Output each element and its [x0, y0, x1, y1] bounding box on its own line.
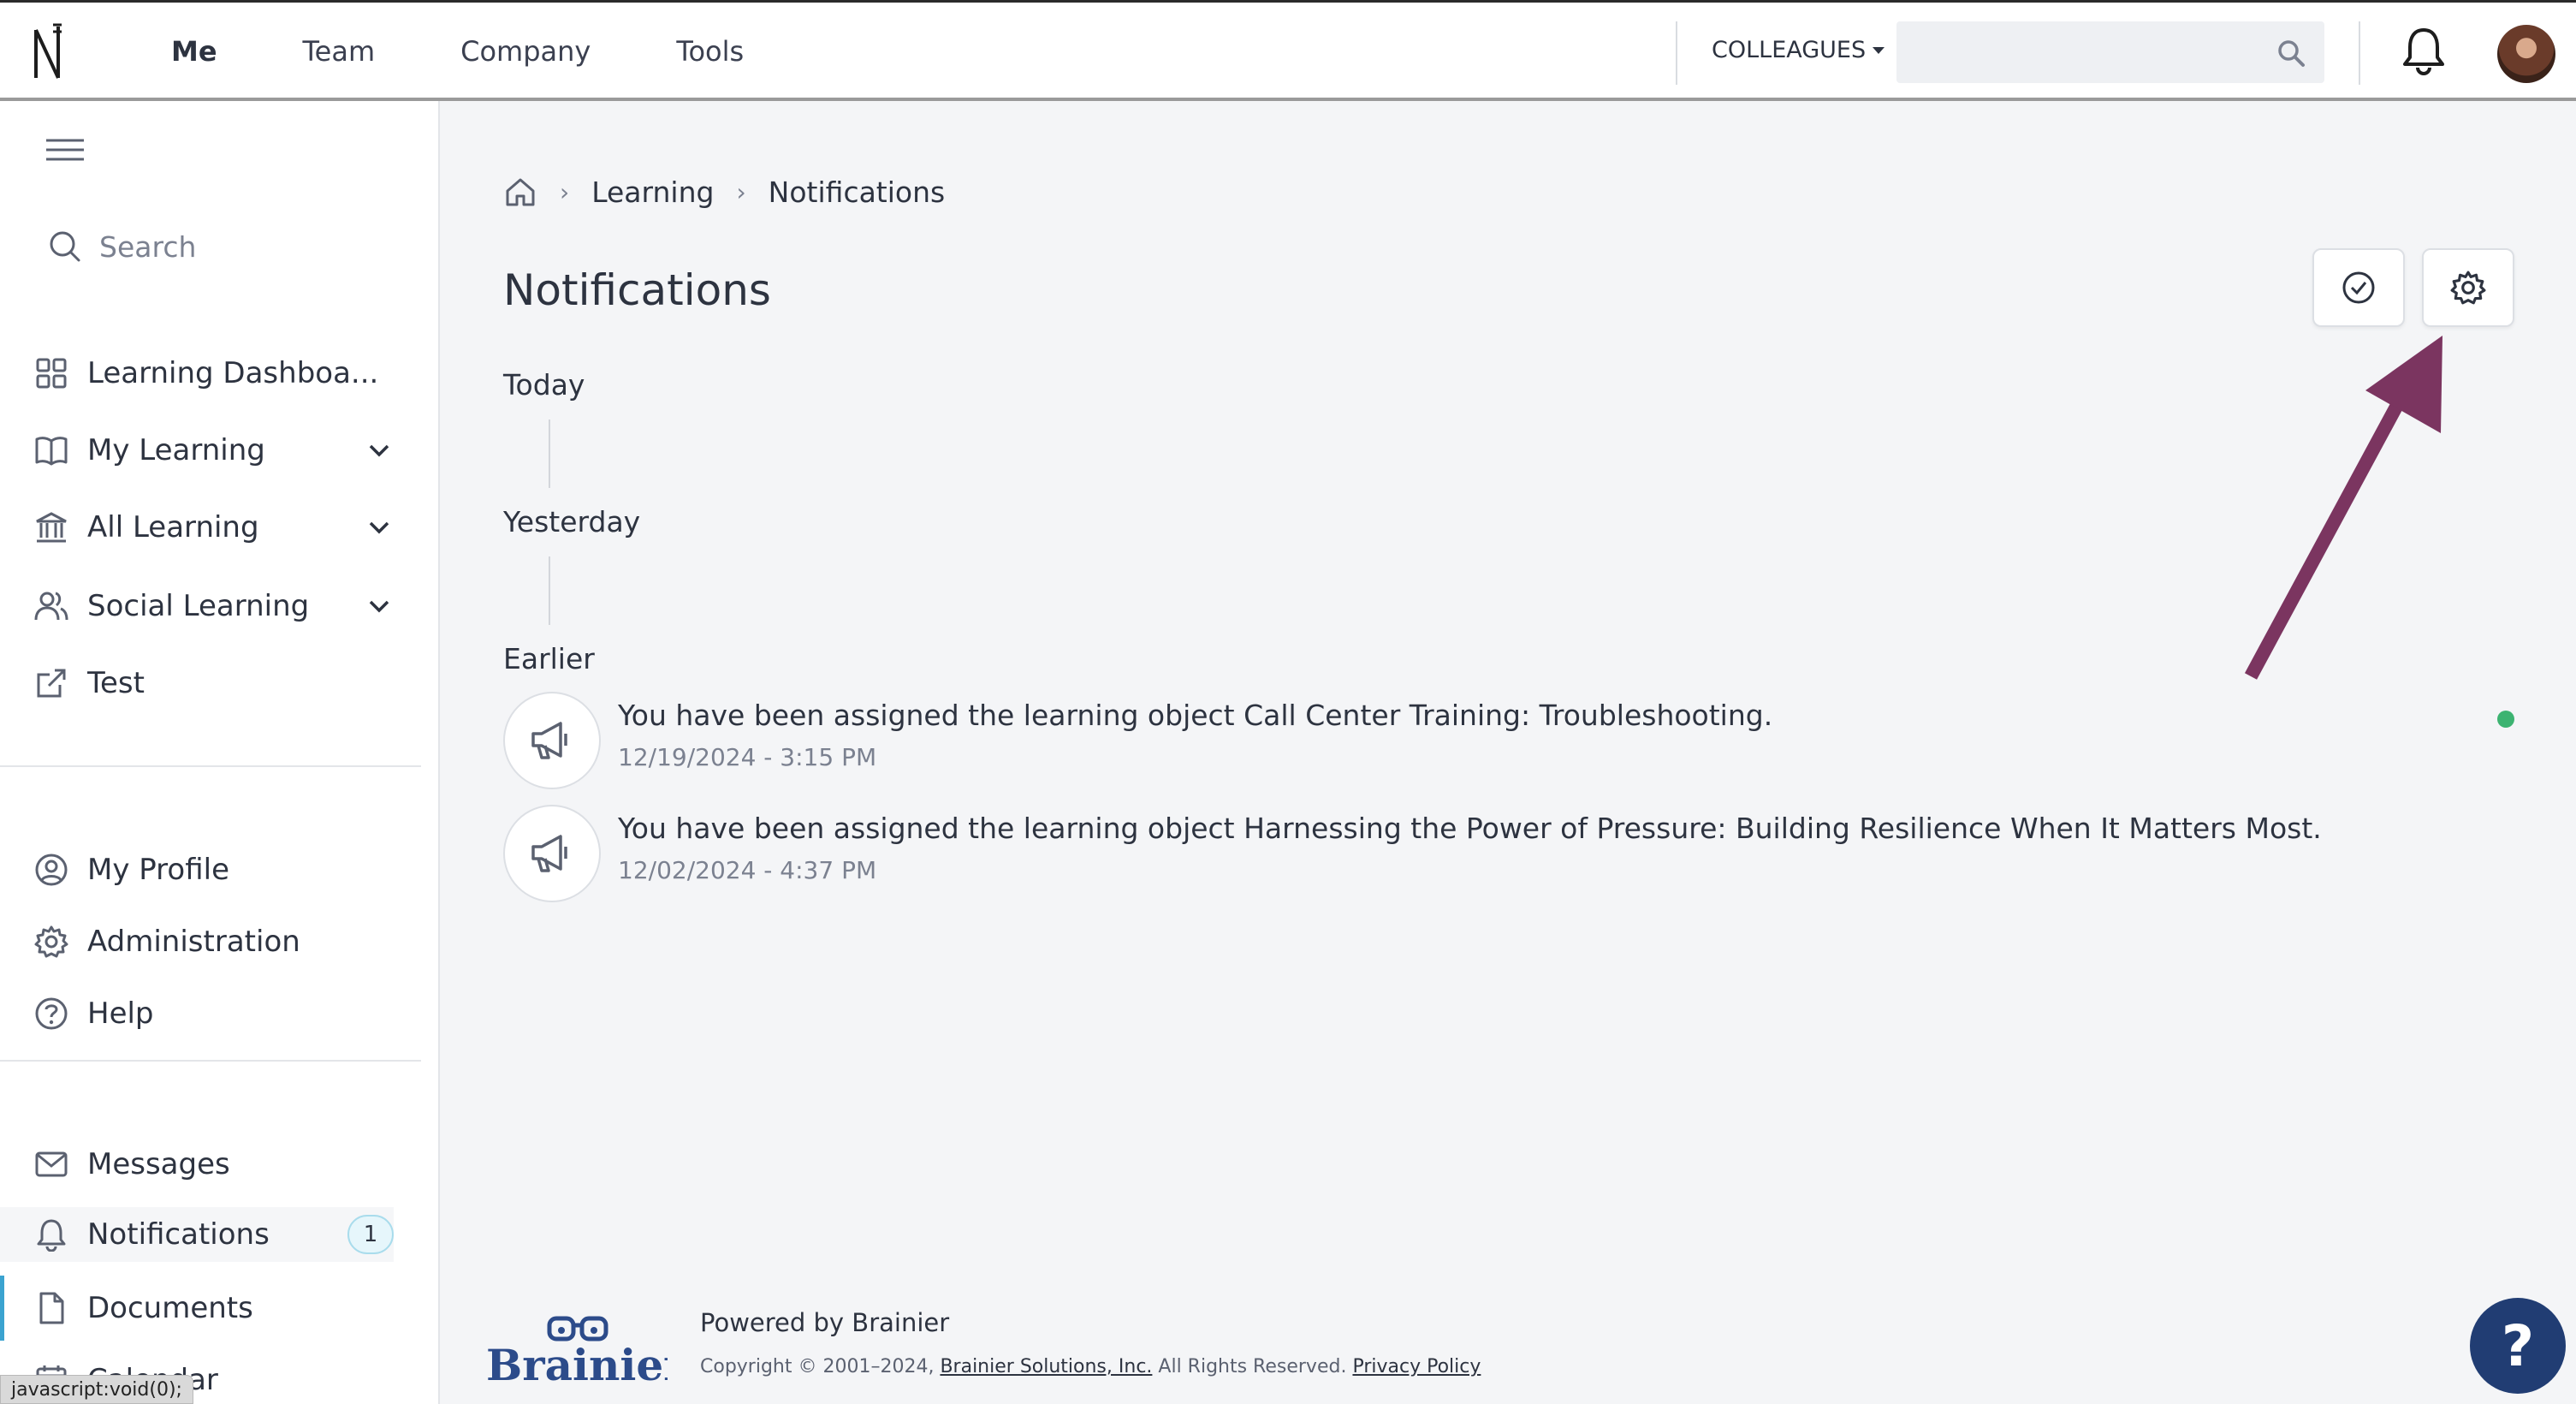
sidebar-item-label: Documents: [87, 1291, 253, 1325]
nav-team[interactable]: Team: [260, 35, 418, 68]
megaphone-icon: [503, 805, 601, 902]
institution-icon: [34, 510, 68, 544]
group-label-earlier: Earlier: [503, 642, 595, 675]
sidebar-divider: [0, 1060, 421, 1062]
divider: [1676, 21, 1677, 85]
chevron-down-icon[interactable]: [368, 443, 390, 457]
bell-icon[interactable]: [2401, 25, 2446, 76]
notification-settings-button[interactable]: [2422, 248, 2514, 327]
logo-wordmark: Brainier: [486, 1340, 668, 1387]
grid-icon: [34, 356, 68, 390]
chevron-down-icon[interactable]: [368, 521, 390, 534]
sidebar-item-label: My Profile: [87, 853, 229, 887]
sidebar-item-notifications[interactable]: Notifications 1: [0, 1207, 394, 1262]
sidebar-divider: [0, 765, 421, 767]
gear-icon: [34, 925, 68, 959]
sidebar-item-label: Test: [87, 666, 145, 700]
book-icon: [34, 433, 68, 467]
question-circle-icon: [34, 996, 68, 1031]
sidebar-item-label: Messages: [87, 1147, 230, 1181]
sidebar-item-label: Help: [87, 996, 154, 1031]
group-label-yesterday: Yesterday: [503, 505, 641, 538]
document-icon: [34, 1291, 68, 1325]
browser-status-bar: javascript:void(0);: [0, 1375, 193, 1404]
home-icon[interactable]: [503, 175, 537, 209]
sidebar-item-label: Learning Dashboa...: [87, 356, 379, 390]
chevron-down-icon[interactable]: [368, 599, 390, 613]
sidebar: Search Learning Dashboa... My Learning A…: [0, 101, 440, 1404]
top-bar: Me Team Company Tools COLLEAGUES: [0, 0, 2576, 101]
copyright: Copyright © 2001–2024, Brainier Solution…: [700, 1356, 1481, 1377]
sidebar-item-help[interactable]: Help: [34, 986, 394, 1041]
active-indicator: [0, 1276, 4, 1341]
search-icon[interactable]: [2276, 39, 2306, 68]
sidebar-item-my-learning[interactable]: My Learning: [34, 423, 394, 478]
envelope-icon: [34, 1147, 68, 1181]
search-icon: [48, 229, 82, 264]
sidebar-item-administration[interactable]: Administration: [34, 914, 394, 969]
sidebar-item-learning-dashboard[interactable]: Learning Dashboa...: [34, 346, 394, 401]
annotation-arrow: [2225, 325, 2465, 685]
notification-item[interactable]: You have been assigned the learning obje…: [503, 692, 2523, 791]
colleagues-dropdown[interactable]: COLLEAGUES: [1712, 37, 1885, 63]
user-circle-icon: [34, 853, 68, 887]
sidebar-item-social-learning[interactable]: Social Learning: [34, 579, 394, 634]
timeline-line: [549, 556, 550, 625]
sidebar-item-test[interactable]: Test: [34, 656, 394, 711]
hamburger-menu-icon[interactable]: [45, 137, 86, 163]
nav-tools[interactable]: Tools: [633, 35, 786, 68]
megaphone-icon: [503, 692, 601, 789]
notification-message: You have been assigned the learning obje…: [618, 812, 2322, 845]
sidebar-item-label: Administration: [87, 925, 300, 959]
sidebar-item-documents[interactable]: Documents: [34, 1281, 394, 1336]
sidebar-search-label: Search: [99, 229, 197, 264]
company-link[interactable]: Brainier Solutions, Inc.: [940, 1356, 1152, 1377]
sidebar-item-label: Social Learning: [87, 589, 310, 623]
notification-message: You have been assigned the learning obje…: [618, 699, 1773, 732]
unread-indicator: [2497, 711, 2514, 728]
gear-icon: [2450, 270, 2486, 306]
notification-item[interactable]: You have been assigned the learning obje…: [503, 805, 2523, 904]
timeline-line: [549, 419, 550, 488]
breadcrumb-learning[interactable]: Learning: [591, 176, 714, 209]
chevron-right-icon: ›: [736, 177, 746, 206]
notification-timestamp: 12/02/2024 - 4:37 PM: [618, 856, 877, 884]
sidebar-item-label: All Learning: [87, 510, 259, 544]
sidebar-item-label: My Learning: [87, 433, 265, 467]
app-logo[interactable]: [31, 21, 65, 83]
sidebar-item-messages[interactable]: Messages: [34, 1137, 394, 1192]
rights-text: All Rights Reserved.: [1158, 1356, 1347, 1377]
chevron-right-icon: ›: [560, 177, 570, 206]
sidebar-item-all-learning[interactable]: All Learning: [34, 500, 394, 555]
divider: [2359, 21, 2360, 85]
group-label-today: Today: [503, 368, 585, 402]
caret-down-icon: [1873, 46, 1885, 54]
breadcrumb: › Learning › Notifications: [503, 175, 945, 209]
sidebar-item-label: Notifications: [87, 1217, 270, 1252]
privacy-policy-link[interactable]: Privacy Policy: [1352, 1356, 1481, 1377]
copyright-prefix: Copyright © 2001–2024,: [700, 1356, 935, 1377]
nav-company[interactable]: Company: [418, 35, 633, 68]
top-nav: Me Team Company Tools: [128, 3, 786, 100]
people-icon: [34, 589, 68, 623]
colleagues-label: COLLEAGUES: [1712, 37, 1867, 63]
mark-all-read-button[interactable]: [2312, 248, 2405, 327]
help-button[interactable]: ?: [2470, 1298, 2566, 1394]
notification-count-badge: 1: [347, 1215, 394, 1254]
bell-icon: [34, 1217, 68, 1252]
external-link-icon: [34, 666, 68, 700]
nav-me[interactable]: Me: [128, 35, 260, 68]
brainier-logo: Brainier: [484, 1315, 668, 1387]
check-circle-icon: [2341, 270, 2377, 306]
notification-timestamp: 12/19/2024 - 3:15 PM: [618, 743, 877, 771]
sidebar-item-my-profile[interactable]: My Profile: [34, 842, 394, 897]
sidebar-search[interactable]: Search: [48, 229, 196, 264]
avatar[interactable]: [2497, 25, 2555, 83]
powered-by-text: Powered by Brainier: [700, 1308, 950, 1337]
page-title: Notifications: [503, 265, 771, 315]
global-search-input[interactable]: [1896, 21, 2324, 83]
breadcrumb-current: Notifications: [768, 175, 946, 209]
